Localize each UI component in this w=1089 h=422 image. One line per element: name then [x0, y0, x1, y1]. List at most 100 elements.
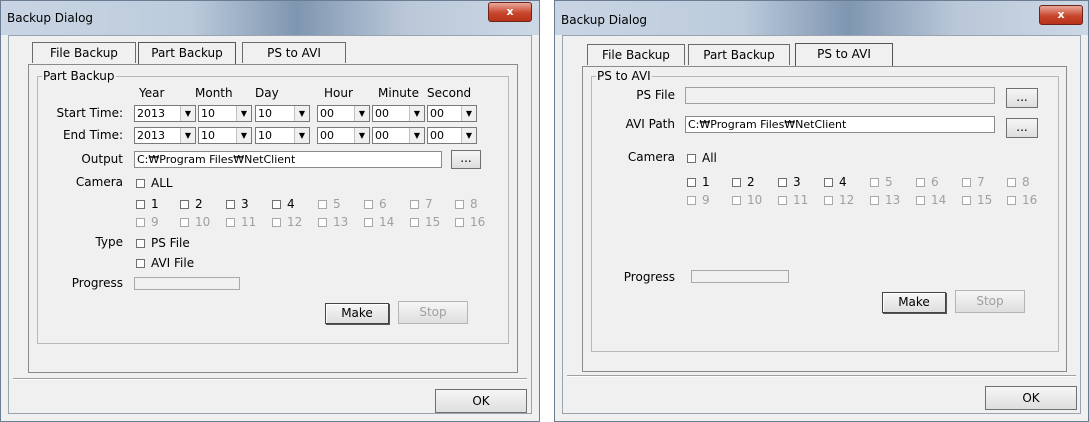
camera-14-checkbox[interactable]: 14 — [364, 215, 394, 229]
checkbox-icon — [136, 258, 145, 268]
camera-all-checkbox[interactable]: ALL — [136, 176, 173, 190]
close-button[interactable]: x — [1039, 5, 1083, 25]
camera-6-checkbox[interactable]: 6 — [916, 175, 939, 189]
tab-ps-to-avi[interactable]: PS to AVI — [242, 42, 346, 63]
end-day-value: 10 — [258, 129, 272, 142]
camera-15-checkbox[interactable]: 15 — [410, 215, 440, 229]
camera-5-checkbox[interactable]: 5 — [318, 197, 341, 211]
end-year-select[interactable]: 2013 ▼ — [134, 127, 196, 144]
camera-all-checkbox[interactable]: All — [687, 151, 717, 165]
make-button[interactable]: Make — [882, 292, 946, 313]
checkbox-label: 3 — [241, 197, 249, 211]
camera-12-checkbox[interactable]: 12 — [824, 193, 854, 207]
tab-part-backup[interactable]: Part Backup — [138, 42, 236, 65]
start-month-select[interactable]: 10 ▼ — [198, 105, 252, 122]
avi-path-browse-button[interactable]: ... — [1006, 118, 1038, 138]
end-second-select[interactable]: 00 ▼ — [427, 127, 477, 144]
checkbox-label: 2 — [747, 175, 755, 189]
start-year-select[interactable]: 2013 ▼ — [134, 105, 196, 122]
camera-label: Camera — [75, 175, 123, 189]
avi-path-field[interactable]: C:₩Program Files₩NetClient — [685, 116, 995, 133]
camera-7-checkbox[interactable]: 7 — [962, 175, 985, 189]
chevron-down-icon: ▼ — [461, 106, 476, 121]
camera-1-checkbox[interactable]: 1 — [687, 175, 710, 189]
camera-7-checkbox[interactable]: 7 — [410, 197, 433, 211]
camera-11-checkbox[interactable]: 11 — [226, 215, 256, 229]
checkbox-icon — [1007, 177, 1016, 187]
ps-file-field[interactable] — [685, 87, 995, 104]
camera-9-checkbox[interactable]: 9 — [687, 193, 710, 207]
camera-10-checkbox[interactable]: 10 — [732, 193, 762, 207]
header-year: Year — [139, 86, 165, 100]
checkbox-label: 8 — [470, 197, 478, 211]
tab-ps-to-avi[interactable]: PS to AVI — [795, 43, 893, 66]
start-hour-select[interactable]: 00 ▼ — [317, 105, 370, 122]
camera-16-checkbox[interactable]: 16 — [1007, 193, 1037, 207]
chevron-down-icon: ▼ — [409, 106, 424, 121]
type-ps-file-checkbox[interactable]: PS File — [136, 236, 190, 250]
camera-15-checkbox[interactable]: 15 — [962, 193, 992, 207]
ok-button[interactable]: OK — [985, 386, 1077, 410]
camera-12-checkbox[interactable]: 12 — [272, 215, 302, 229]
tab-file-backup[interactable]: File Backup — [587, 44, 685, 65]
ps-file-label: PS File — [636, 88, 675, 102]
start-day-select[interactable]: 10 ▼ — [255, 105, 310, 122]
end-hour-value: 00 — [320, 129, 334, 142]
tab-part-backup[interactable]: Part Backup — [688, 44, 790, 65]
start-minute-select[interactable]: 00 ▼ — [372, 105, 425, 122]
camera-13-checkbox[interactable]: 13 — [870, 193, 900, 207]
checkbox-icon — [136, 178, 145, 188]
checkbox-label: 3 — [793, 175, 801, 189]
start-minute-value: 00 — [375, 107, 389, 120]
camera-3-checkbox[interactable]: 3 — [778, 175, 801, 189]
chevron-down-icon: ▼ — [461, 128, 476, 143]
checkbox-label: 1 — [151, 197, 159, 211]
start-time-label: Start Time: — [56, 106, 123, 120]
camera-1-checkbox[interactable]: 1 — [136, 197, 159, 211]
chevron-down-icon: ▼ — [294, 128, 309, 143]
checkbox-icon — [410, 217, 419, 227]
checkbox-icon — [687, 195, 696, 205]
camera-2-checkbox[interactable]: 2 — [732, 175, 755, 189]
camera-16-checkbox[interactable]: 16 — [455, 215, 485, 229]
checkbox-label: 4 — [839, 175, 847, 189]
camera-4-checkbox[interactable]: 4 — [824, 175, 847, 189]
camera-14-checkbox[interactable]: 14 — [916, 193, 946, 207]
tab-file-backup[interactable]: File Backup — [32, 42, 136, 63]
checkbox-label: ALL — [151, 176, 173, 190]
camera-8-checkbox[interactable]: 8 — [455, 197, 478, 211]
ps-file-browse-button[interactable]: ... — [1006, 88, 1038, 108]
camera-4-checkbox[interactable]: 4 — [272, 197, 295, 211]
checkbox-icon — [318, 199, 327, 209]
checkbox-label: 9 — [702, 193, 710, 207]
end-day-select[interactable]: 10 ▼ — [255, 127, 310, 144]
end-minute-select[interactable]: 00 ▼ — [372, 127, 425, 144]
checkbox-icon — [272, 217, 281, 227]
stop-button[interactable]: Stop — [955, 290, 1025, 313]
checkbox-label: 11 — [241, 215, 257, 229]
checkbox-label: 14 — [931, 193, 947, 207]
make-button[interactable]: Make — [325, 303, 389, 324]
camera-9-checkbox[interactable]: 9 — [136, 215, 159, 229]
camera-6-checkbox[interactable]: 6 — [364, 197, 387, 211]
close-button[interactable]: x — [488, 2, 532, 22]
camera-10-checkbox[interactable]: 10 — [180, 215, 210, 229]
camera-11-checkbox[interactable]: 11 — [778, 193, 808, 207]
end-month-select[interactable]: 10 ▼ — [198, 127, 252, 144]
camera-3-checkbox[interactable]: 3 — [226, 197, 249, 211]
camera-5-checkbox[interactable]: 5 — [870, 175, 893, 189]
chevron-down-icon: ▼ — [354, 128, 369, 143]
start-second-select[interactable]: 00 ▼ — [427, 105, 477, 122]
checkbox-icon — [180, 199, 189, 209]
output-path-field[interactable]: C:₩Program Files₩NetClient — [134, 151, 442, 168]
type-avi-file-checkbox[interactable]: AVI File — [136, 256, 194, 270]
ok-button[interactable]: OK — [435, 389, 527, 413]
stop-button[interactable]: Stop — [398, 301, 468, 324]
output-browse-button[interactable]: ... — [451, 150, 481, 169]
camera-2-checkbox[interactable]: 2 — [180, 197, 203, 211]
camera-13-checkbox[interactable]: 13 — [318, 215, 348, 229]
checkbox-icon — [136, 217, 145, 227]
end-hour-select[interactable]: 00 ▼ — [317, 127, 370, 144]
camera-8-checkbox[interactable]: 8 — [1007, 175, 1030, 189]
checkbox-label: All — [702, 151, 717, 165]
